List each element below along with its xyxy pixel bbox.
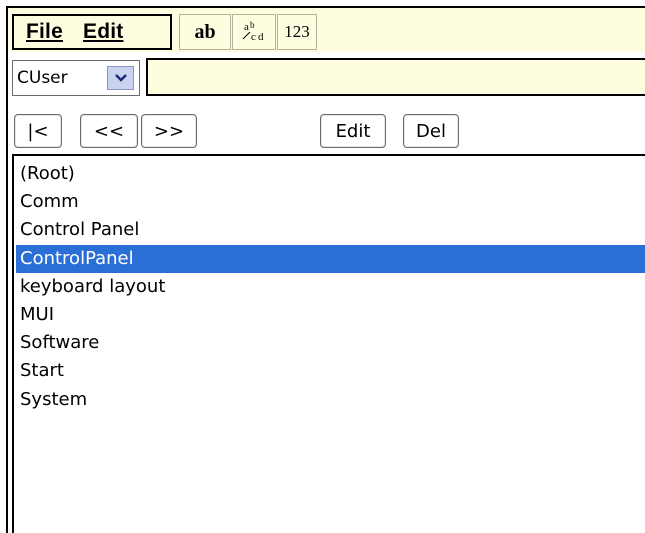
list-item[interactable]: Comm — [16, 188, 645, 216]
previous-button[interactable]: << — [80, 114, 138, 148]
menu-bar: File Edit ab a b c d 123 — [8, 8, 645, 52]
hive-select[interactable]: CUser — [12, 60, 140, 96]
menu-edit[interactable]: Edit — [83, 20, 123, 44]
registry-key-list[interactable]: (Root) Comm Control Panel ControlPanel k… — [12, 154, 645, 533]
delete-button-label: Del — [416, 120, 446, 142]
menu-file[interactable]: File — [26, 20, 63, 44]
first-button[interactable]: |< — [14, 114, 62, 148]
previous-button-label: << — [93, 120, 125, 142]
input-mode-ab-button[interactable]: ab — [179, 14, 231, 50]
list-item[interactable]: Start — [16, 357, 645, 385]
list-item[interactable]: Software — [16, 329, 645, 357]
next-button-label: >> — [153, 120, 185, 142]
key-path-field[interactable] — [146, 58, 645, 96]
symbol-icon: a b c d — [242, 20, 264, 43]
list-item-selected[interactable]: ControlPanel — [16, 244, 645, 273]
list-item[interactable]: System — [16, 386, 645, 414]
symbol-stroke — [242, 31, 251, 40]
list-item[interactable]: keyboard layout — [16, 273, 645, 301]
input-mode-numeric-label: 123 — [284, 22, 310, 41]
first-button-label: |< — [27, 120, 49, 142]
edit-button[interactable]: Edit — [320, 114, 386, 148]
chevron-down-icon[interactable] — [107, 66, 134, 90]
input-mode-ab-label: ab — [194, 20, 216, 43]
next-button[interactable]: >> — [141, 114, 197, 148]
list-item[interactable]: Control Panel — [16, 216, 645, 244]
registry-key-list-items: (Root) Comm Control Panel ControlPanel k… — [16, 160, 645, 414]
list-item[interactable]: MUI — [16, 301, 645, 329]
input-mode-numeric-button[interactable]: 123 — [277, 14, 317, 50]
input-mode-symbol-button[interactable]: a b c d — [232, 14, 276, 50]
list-item[interactable]: (Root) — [16, 160, 645, 188]
edit-button-label: Edit — [335, 120, 371, 142]
menu-group: File Edit — [12, 14, 172, 50]
delete-button[interactable]: Del — [403, 114, 459, 148]
hive-select-value: CUser — [17, 68, 68, 88]
